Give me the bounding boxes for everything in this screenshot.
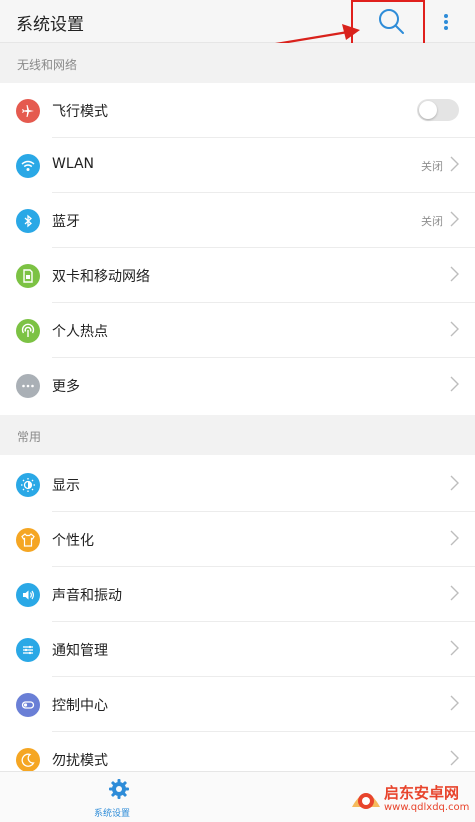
section-title: 无线和网络	[17, 58, 78, 72]
setting-wlan[interactable]: WLAN 关闭	[0, 138, 475, 193]
setting-label: 显示	[52, 478, 80, 494]
vertical-dots-icon	[444, 14, 448, 30]
more-options-button[interactable]	[436, 8, 456, 36]
chevron-right-icon	[450, 695, 459, 711]
bluetooth-icon	[16, 209, 40, 233]
chevron-right-icon	[450, 530, 459, 546]
watermark-text: 启东安卓网	[384, 784, 460, 802]
shirt-icon	[16, 528, 40, 552]
setting-personalization[interactable]: 个性化	[0, 512, 475, 567]
chevron-right-icon	[450, 750, 459, 766]
gear-icon[interactable]	[107, 776, 131, 806]
moon-icon	[16, 748, 40, 772]
hotspot-icon	[16, 319, 40, 343]
notification-sliders-icon	[16, 638, 40, 662]
setting-label: 勿扰模式	[52, 753, 108, 769]
chevron-right-icon	[450, 156, 459, 172]
brightness-icon	[16, 473, 40, 497]
section-title: 常用	[17, 430, 42, 444]
section-header-common: 常用	[0, 415, 475, 455]
chevron-right-icon	[450, 321, 459, 337]
setting-label: 声音和振动	[52, 588, 122, 604]
wifi-icon	[16, 154, 40, 178]
setting-value: 关闭	[421, 215, 443, 228]
setting-label: 双卡和移动网络	[52, 269, 150, 285]
toggle-knob	[419, 101, 437, 119]
speaker-icon	[16, 583, 40, 607]
setting-airplane-mode[interactable]: 飞行模式	[0, 83, 475, 138]
setting-label: WLAN	[52, 156, 95, 172]
setting-label: 控制中心	[52, 698, 108, 714]
setting-hotspot[interactable]: 个人热点	[0, 303, 475, 358]
airplane-mode-toggle[interactable]	[417, 99, 459, 121]
setting-value: 关闭	[421, 160, 443, 173]
setting-notifications[interactable]: 通知管理	[0, 622, 475, 677]
chevron-right-icon	[450, 376, 459, 392]
section-header-network: 无线和网络	[0, 43, 475, 83]
page-title: 系统设置	[16, 15, 84, 35]
chevron-right-icon	[450, 211, 459, 227]
chevron-right-icon	[450, 585, 459, 601]
sim-card-icon	[16, 264, 40, 288]
setting-label: 飞行模式	[52, 104, 108, 120]
setting-label: 通知管理	[52, 643, 108, 659]
setting-bluetooth[interactable]: 蓝牙 关闭	[0, 193, 475, 248]
setting-label: 个人热点	[52, 324, 108, 340]
setting-label: 蓝牙	[52, 214, 80, 230]
tab-system-settings[interactable]: 系统设置	[94, 806, 130, 819]
setting-display[interactable]: 显示	[0, 457, 475, 512]
setting-label: 个性化	[52, 533, 94, 549]
setting-label: 更多	[52, 379, 80, 395]
airplane-icon	[16, 99, 40, 123]
chevron-right-icon	[450, 640, 459, 656]
setting-more[interactable]: 更多	[0, 358, 475, 413]
chevron-right-icon	[450, 475, 459, 491]
setting-sound-vibration[interactable]: 声音和振动	[0, 567, 475, 622]
setting-control-center[interactable]: 控制中心	[0, 677, 475, 732]
toggle-switch-icon	[16, 693, 40, 717]
chevron-right-icon	[450, 266, 459, 282]
watermark-url: www.qdlxdq.com	[384, 802, 470, 813]
setting-dual-sim[interactable]: 双卡和移动网络	[0, 248, 475, 303]
more-dots-icon	[16, 374, 40, 398]
